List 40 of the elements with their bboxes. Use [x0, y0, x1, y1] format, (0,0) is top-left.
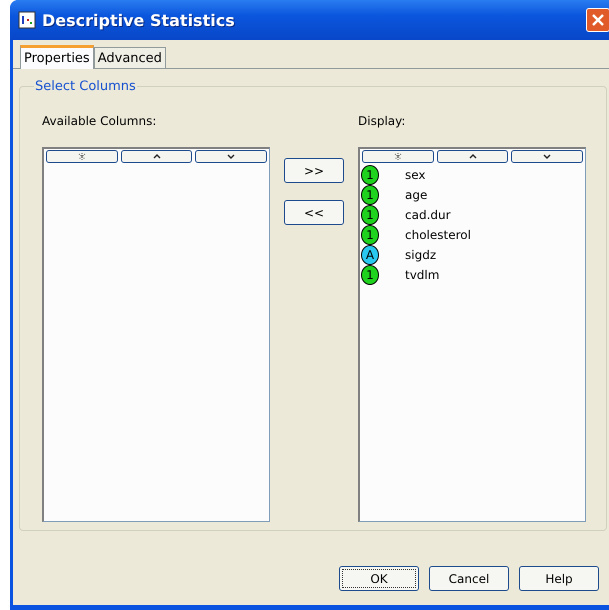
- move-button[interactable]: <<: [284, 200, 344, 225]
- tab[interactable]: Advanced: [94, 47, 166, 68]
- caret-down-icon: [227, 154, 236, 159]
- column-type-badge: A: [361, 245, 379, 265]
- window-title: Descriptive Statistics: [42, 10, 236, 30]
- sort-reset-button[interactable]: [46, 150, 118, 163]
- sort-reset-button[interactable]: [362, 150, 434, 163]
- close-icon: [592, 14, 604, 26]
- dialog-button[interactable]: Cancel: [429, 566, 509, 591]
- column-type-badge: 1: [361, 185, 379, 205]
- column-type-badge: 1: [361, 265, 379, 285]
- list-label: Available Columns:: [42, 114, 156, 128]
- sort-descending-button[interactable]: [511, 150, 584, 163]
- close-button[interactable]: [586, 8, 609, 32]
- column-name[interactable]: sigdz: [405, 248, 436, 262]
- column-type-badge: 1: [361, 205, 379, 225]
- caret-up-icon: [152, 154, 160, 159]
- list-label: Display:: [358, 114, 406, 128]
- available-columns-list[interactable]: [42, 147, 270, 522]
- column-type-badge: 1: [361, 165, 379, 185]
- app-icon: [18, 11, 36, 29]
- column-type-badge: 1: [361, 225, 379, 245]
- caret-up-icon: [468, 154, 476, 159]
- column-name[interactable]: tvdlm: [405, 268, 440, 282]
- dialog-button[interactable]: OK: [339, 566, 419, 591]
- column-name[interactable]: age: [405, 188, 428, 202]
- asterisk-icon: [78, 153, 86, 160]
- move-button[interactable]: >>: [284, 158, 344, 183]
- sort-ascending-button[interactable]: [120, 150, 192, 163]
- tab[interactable]: Properties: [20, 45, 94, 69]
- column-name[interactable]: cad.dur: [405, 208, 451, 222]
- sort-descending-button[interactable]: [195, 150, 268, 163]
- sort-ascending-button[interactable]: [436, 150, 508, 163]
- caret-down-icon: [543, 154, 552, 159]
- group-title: Select Columns: [34, 79, 137, 94]
- display-columns-list[interactable]: 1 sex 1 age 1 cad.dur 1 cholesterol A sigdz 1 tvdlm: [358, 147, 586, 522]
- asterisk-icon: [394, 153, 402, 160]
- column-name[interactable]: sex: [405, 168, 426, 182]
- column-name[interactable]: cholesterol: [405, 228, 471, 242]
- dialog-button[interactable]: Help: [519, 566, 599, 591]
